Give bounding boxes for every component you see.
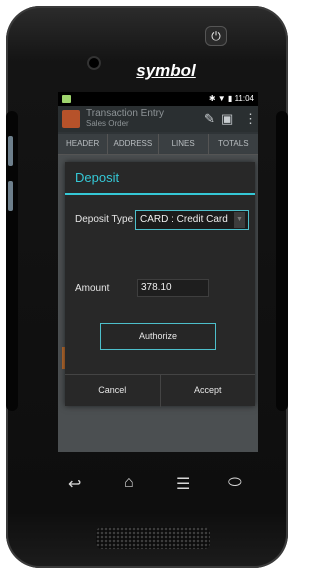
dropdown-caret-icon: ▼: [234, 212, 245, 228]
authorize-button[interactable]: Authorize: [100, 323, 216, 350]
tab-header[interactable]: HEADER: [58, 134, 109, 154]
speaker-grille: [96, 527, 210, 549]
side-button-lower[interactable]: [8, 181, 13, 211]
accept-button[interactable]: Accept: [161, 375, 256, 407]
app-title: Transaction Entry: [86, 108, 164, 119]
edit-icon[interactable]: ✎: [204, 111, 215, 127]
cancel-button[interactable]: Cancel: [65, 375, 161, 407]
tab-lines[interactable]: LINES: [159, 134, 209, 154]
search-icon[interactable]: ⬭: [228, 474, 242, 492]
status-right: ✱ ▼ ▮ 11:04: [209, 92, 254, 106]
power-icon[interactable]: ⏻: [205, 26, 227, 46]
deposit-dialog: Deposit Deposit Type CARD : Credit Card …: [65, 162, 255, 407]
tab-totals[interactable]: TOTALS: [209, 134, 258, 154]
right-bumper: [276, 111, 288, 411]
device-frame: ⏻ symbol ✱ ▼ ▮ 11:04 Transaction Entry S…: [6, 6, 288, 568]
screen: ✱ ▼ ▮ 11:04 Transaction Entry Sales Orde…: [58, 92, 258, 452]
home-icon[interactable]: ⌂: [124, 474, 134, 492]
amount-label: Amount: [75, 283, 110, 294]
tab-address[interactable]: ADDRESS: [108, 134, 159, 154]
app-icon[interactable]: [62, 110, 80, 128]
save-icon[interactable]: ▣: [221, 111, 233, 127]
deposit-type-label: Deposit Type: [75, 214, 134, 225]
deposit-type-value: CARD : Credit Card: [140, 214, 228, 225]
front-camera: [87, 56, 101, 70]
status-time: 11:04: [234, 94, 254, 103]
brand-logo: symbol: [136, 61, 196, 80]
dialog-button-bar: Cancel Accept: [65, 374, 255, 407]
status-bar: ✱ ▼ ▮ 11:04: [58, 92, 258, 106]
app-subtitle: Sales Order: [86, 119, 129, 128]
back-icon[interactable]: ↩: [68, 474, 81, 494]
side-button-upper[interactable]: [8, 136, 13, 166]
menu-icon[interactable]: ☰: [176, 474, 190, 494]
amount-field[interactable]: 378.10: [137, 279, 209, 297]
notification-icon: [62, 95, 71, 103]
deposit-type-select[interactable]: CARD : Credit Card ▼: [135, 210, 249, 230]
navigation-keys: ↩ ⌂ ☰ ⬭: [58, 474, 258, 498]
app-bar: Transaction Entry Sales Order ✎ ▣ ⋮: [58, 106, 258, 132]
wifi-icon: ▼: [217, 94, 226, 103]
dialog-title-divider: [65, 193, 255, 195]
more-icon[interactable]: ⋮: [244, 111, 257, 127]
bluetooth-icon: ✱: [208, 94, 216, 103]
dialog-title: Deposit: [75, 170, 120, 185]
tab-bar: HEADER ADDRESS LINES TOTALS: [58, 134, 258, 155]
battery-icon: ▮: [227, 94, 233, 103]
